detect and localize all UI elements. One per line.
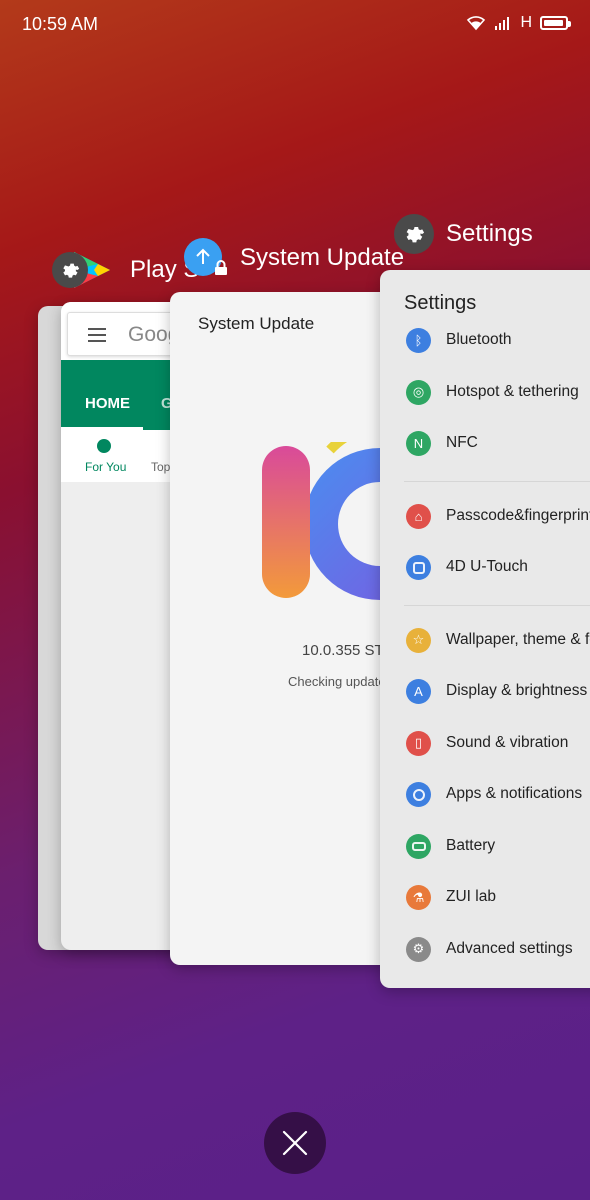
settings-item-label: NFC [446, 434, 478, 451]
gear-icon: ⚙ [406, 936, 431, 962]
settings-item-apps[interactable]: Apps & notifications [380, 770, 590, 822]
signal-icon [495, 17, 510, 30]
system-update-header: System Update [198, 314, 315, 333]
close-all-button[interactable] [264, 1112, 326, 1174]
lock-icon: ⌂ [406, 503, 431, 529]
status-icons: H [466, 14, 571, 32]
settings-item-bluetooth[interactable]: ᛒ Bluetooth [380, 316, 590, 368]
settings-item-label: Bluetooth [446, 331, 512, 348]
subtab-top[interactable]: Top [151, 460, 170, 474]
status-time: 10:59 AM [22, 14, 99, 34]
system-update-status: Checking update [288, 674, 386, 689]
settings-title: Settings [446, 220, 533, 247]
settings-item-label: Passcode&fingerprint [446, 506, 590, 524]
bluetooth-icon: ᛒ [406, 328, 431, 353]
settings-item-label: Hotspot & tethering [446, 382, 579, 400]
nfc-icon: N [406, 431, 431, 456]
settings-item-label: ZUI lab [446, 888, 496, 905]
settings-item-label: Wallpaper, theme & fo [446, 630, 590, 648]
network-type: H [520, 14, 532, 31]
settings-item-display[interactable]: A Display & brightness [380, 667, 590, 719]
settings-item-battery[interactable]: Battery [380, 822, 590, 874]
settings-item-sound[interactable]: ▯ Sound & vibration [380, 719, 590, 771]
utouch-icon [406, 555, 431, 580]
system-update-version: 10.0.355 ST [302, 642, 384, 659]
settings-card[interactable]: Settings ᛒ Bluetooth ◎ Hotspot & tetheri… [380, 270, 590, 988]
settings-divider [404, 604, 590, 606]
settings-item-hotspot[interactable]: ◎ Hotspot & tethering [380, 368, 590, 420]
subtab-for-you[interactable]: For You [85, 460, 126, 474]
gear-icon [52, 252, 88, 288]
settings-item-utouch[interactable]: 4D U-Touch [380, 543, 590, 595]
display-icon: A [406, 679, 431, 704]
hamburger-icon[interactable] [88, 328, 106, 346]
settings-heading: Settings [404, 292, 477, 314]
settings-item-label: Apps & notifications [446, 785, 583, 802]
lock-icon [215, 260, 227, 275]
system-update-title: System Update [240, 244, 405, 271]
close-icon [282, 1130, 308, 1156]
settings-card-header[interactable]: Settings [394, 214, 533, 254]
settings-item-passcode[interactable]: ⌂ Passcode&fingerprint [380, 492, 590, 544]
status-bar: 10:59 AM H [0, 0, 590, 50]
battery-icon [540, 16, 571, 30]
playstore-card-header[interactable]: Play S [52, 250, 199, 290]
system-update-icon-group [184, 238, 228, 278]
settings-item-zuilab[interactable]: ⚗ ZUI lab [380, 873, 590, 925]
settings-item-nfc[interactable]: N NFC [380, 419, 590, 471]
settings-item-label: Sound & vibration [446, 733, 569, 751]
hotspot-icon: ◎ [406, 379, 431, 405]
settings-item-label: 4D U-Touch [446, 558, 528, 575]
star-icon: ☆ [406, 627, 431, 653]
settings-list: ᛒ Bluetooth ◎ Hotspot & tethering N NFC … [380, 316, 590, 976]
vibration-icon: ▯ [406, 730, 431, 756]
compass-icon [97, 439, 111, 453]
settings-item-label: Display & brightness [446, 682, 588, 699]
tab-home[interactable]: HOME [85, 395, 130, 412]
system-update-card-header[interactable]: System Update [184, 238, 404, 278]
battery-icon [406, 833, 431, 859]
settings-divider [404, 480, 590, 482]
wifi-icon [467, 16, 486, 31]
settings-item-label: Advanced settings [446, 939, 573, 957]
settings-item-label: Battery [446, 836, 496, 854]
gear-icon [394, 214, 434, 254]
flask-icon: ⚗ [406, 885, 431, 910]
settings-item-advanced[interactable]: ⚙ Advanced settings [380, 925, 590, 977]
apps-icon [406, 782, 431, 807]
playstore-icon-group [52, 250, 112, 290]
settings-item-wallpaper[interactable]: ☆ Wallpaper, theme & fo [380, 616, 590, 668]
